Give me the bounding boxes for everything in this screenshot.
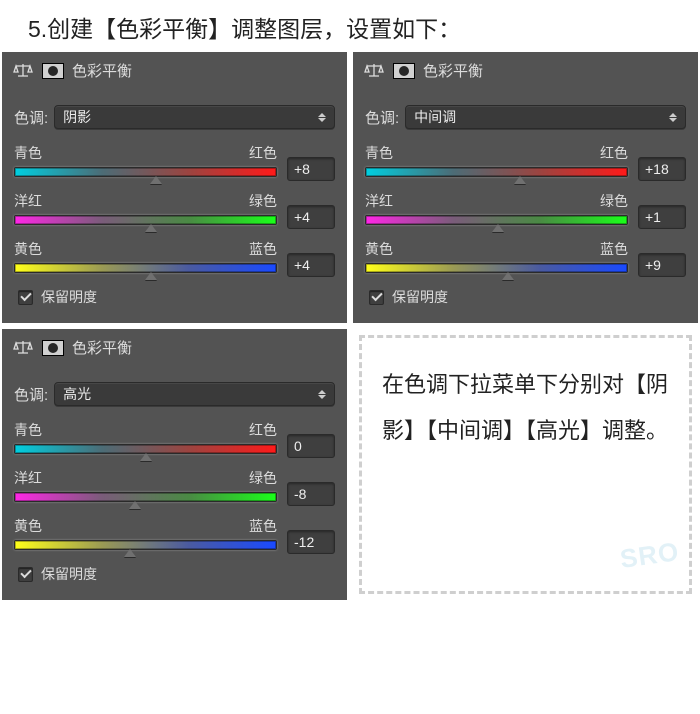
layer-mask-icon (42, 63, 64, 79)
slider-thumb[interactable] (150, 176, 162, 184)
slider-track[interactable] (365, 263, 628, 273)
slider-magenta-green: 洋红 绿色 -8 (14, 468, 335, 506)
slider-value-input[interactable]: +1 (638, 205, 686, 229)
slider-cyan-red: 青色 红色 +8 (14, 143, 335, 181)
slider-value-input[interactable]: +8 (287, 157, 335, 181)
preserve-luminosity-label: 保留明度 (41, 287, 97, 307)
slider-value-input[interactable]: +4 (287, 253, 335, 277)
tone-select-value: 中间调 (414, 107, 456, 127)
slider-magenta-green: 洋红 绿色 +1 (365, 191, 686, 229)
slider-thumb[interactable] (502, 272, 514, 280)
slider-thumb[interactable] (145, 224, 157, 232)
tone-label: 色调: (365, 107, 399, 128)
slider-right-label: 蓝色 (249, 516, 277, 536)
balance-scale-icon (12, 61, 34, 81)
slider-track[interactable] (14, 492, 277, 502)
slider-right-label: 绿色 (249, 191, 277, 211)
slider-thumb[interactable] (140, 453, 152, 461)
layer-mask-icon (42, 340, 64, 356)
panel-title: 色彩平衡 (72, 337, 132, 358)
slider-right-label: 红色 (249, 143, 277, 163)
preserve-luminosity-label: 保留明度 (392, 287, 448, 307)
slider-thumb[interactable] (145, 272, 157, 280)
slider-yellow-blue: 黄色 蓝色 +9 (365, 239, 686, 277)
slider-right-label: 绿色 (600, 191, 628, 211)
slider-right-label: 绿色 (249, 468, 277, 488)
tone-label: 色调: (14, 107, 48, 128)
preserve-luminosity-checkbox[interactable] (18, 567, 33, 582)
tone-select-value: 高光 (63, 384, 91, 404)
tone-select[interactable]: 中间调 (405, 105, 686, 129)
slider-track[interactable] (14, 167, 277, 177)
slider-left-label: 洋红 (14, 191, 42, 211)
slider-cyan-red: 青色 红色 +18 (365, 143, 686, 181)
slider-thumb[interactable] (129, 501, 141, 509)
instruction-note: 在色调下拉菜单下分别对【阴影】【中间调】【高光】调整。 SRO (359, 335, 692, 594)
slider-yellow-blue: 黄色 蓝色 +4 (14, 239, 335, 277)
slider-value-input[interactable]: +4 (287, 205, 335, 229)
slider-left-label: 洋红 (14, 468, 42, 488)
slider-magenta-green: 洋红 绿色 +4 (14, 191, 335, 229)
tone-select[interactable]: 阴影 (54, 105, 335, 129)
slider-left-label: 青色 (365, 143, 393, 163)
slider-left-label: 黄色 (14, 516, 42, 536)
note-text: 在色调下拉菜单下分别对【阴影】【中间调】【高光】调整。 (382, 362, 681, 454)
slider-cyan-red: 青色 红色 0 (14, 420, 335, 458)
layer-mask-icon (393, 63, 415, 79)
slider-yellow-blue: 黄色 蓝色 -12 (14, 516, 335, 554)
panel-title: 色彩平衡 (72, 60, 132, 81)
slider-right-label: 蓝色 (249, 239, 277, 259)
tone-select-value: 阴影 (63, 107, 91, 127)
slider-left-label: 黄色 (14, 239, 42, 259)
balance-scale-icon (363, 61, 385, 81)
balance-scale-icon (12, 338, 34, 358)
tone-label: 色调: (14, 384, 48, 405)
panel-title: 色彩平衡 (423, 60, 483, 81)
slider-thumb[interactable] (124, 549, 136, 557)
slider-track[interactable] (14, 540, 277, 550)
slider-thumb[interactable] (514, 176, 526, 184)
slider-track[interactable] (365, 215, 628, 225)
dropdown-arrows-icon (318, 390, 326, 399)
slider-value-input[interactable]: -8 (287, 482, 335, 506)
slider-track[interactable] (365, 167, 628, 177)
slider-right-label: 蓝色 (600, 239, 628, 259)
dropdown-arrows-icon (669, 113, 677, 122)
color-balance-panel-highlights: 色彩平衡 色调: 高光 青色 红色 (2, 329, 347, 600)
color-balance-panel-shadows: 色彩平衡 色调: 阴影 青色 红色 (2, 52, 347, 323)
color-balance-panel-midtones: 色彩平衡 色调: 中间调 青色 红色 (353, 52, 698, 323)
dropdown-arrows-icon (318, 113, 326, 122)
slider-value-input[interactable]: +9 (638, 253, 686, 277)
slider-track[interactable] (14, 263, 277, 273)
preserve-luminosity-label: 保留明度 (41, 564, 97, 584)
slider-right-label: 红色 (249, 420, 277, 440)
slider-right-label: 红色 (600, 143, 628, 163)
slider-value-input[interactable]: 0 (287, 434, 335, 458)
slider-thumb[interactable] (492, 224, 504, 232)
instruction-heading: 5.创建【色彩平衡】调整图层，设置如下： (0, 0, 700, 52)
slider-left-label: 洋红 (365, 191, 393, 211)
slider-value-input[interactable]: +18 (638, 157, 686, 181)
tone-select[interactable]: 高光 (54, 382, 335, 406)
slider-value-input[interactable]: -12 (287, 530, 335, 554)
preserve-luminosity-checkbox[interactable] (369, 290, 384, 305)
slider-left-label: 黄色 (365, 239, 393, 259)
preserve-luminosity-checkbox[interactable] (18, 290, 33, 305)
watermark: SRO (618, 536, 681, 575)
slider-left-label: 青色 (14, 143, 42, 163)
slider-track[interactable] (14, 215, 277, 225)
slider-left-label: 青色 (14, 420, 42, 440)
slider-track[interactable] (14, 444, 277, 454)
